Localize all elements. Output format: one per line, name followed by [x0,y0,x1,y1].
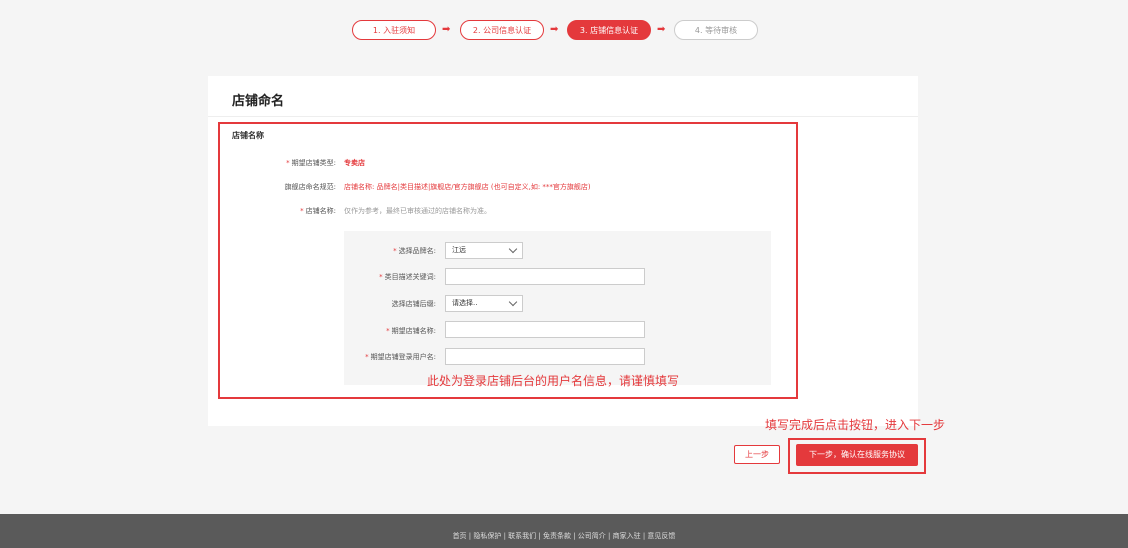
section-title: 店铺名称 [232,131,264,140]
suffix-select[interactable]: 请选择.. [445,295,523,312]
step-1: 1. 入驻须知 [352,20,436,40]
card-title: 店铺命名 [232,94,285,109]
store-type-value: 专卖店 [344,159,365,167]
expected-name-label: * 期望店铺名称: [386,327,436,335]
chevron-down-icon [508,244,518,254]
step-4: 4. 等待审核 [674,20,758,40]
store-type-label: * 期望店铺类型: [286,159,336,167]
chevron-down-icon [508,297,518,307]
naming-rule-value: 店铺名称: 品牌名|类目描述|旗舰店/官方旗舰店 (也可自定义,如: ***官方… [344,183,591,191]
step-2: 2. 公司信息认证 [460,20,544,40]
next-step-button[interactable]: 下一步，确认在线服务协议 [796,444,918,466]
brand-select[interactable]: 江远 [445,242,523,259]
divider [208,116,918,117]
keyword-label: * 类目描述关键词: [379,273,436,281]
arrow-right-icon: ➡ [550,24,559,35]
store-name-label: * 店铺名称: [300,207,336,215]
arrow-right-icon: ➡ [657,24,666,35]
login-username-input[interactable] [445,348,645,365]
brand-label: * 选择品牌名: [393,247,436,255]
naming-rule-label: 旗舰店命名规范: [284,183,336,191]
keyword-input[interactable] [445,268,645,285]
suffix-label: 选择店铺后缀: [391,300,436,308]
username-annotation: 此处为登录店铺后台的用户名信息，请谨慎填写 [427,374,680,388]
prev-step-button[interactable]: 上一步 [734,445,780,464]
expected-name-input[interactable] [445,321,645,338]
footer-links[interactable]: 首页 | 隐私保护 | 联系我们 | 免责条款 | 公司简介 | 商家入驻 | … [0,531,1128,541]
button-annotation: 填写完成后点击按钮，进入下一步 [765,418,946,432]
arrow-right-icon: ➡ [442,24,451,35]
store-name-hint: 仅作为参考，最终已审核通过的店铺名称为准。 [344,207,491,215]
step-progress: 1. 入驻须知 ➡ 2. 公司信息认证 ➡ 3. 店铺信息认证 ➡ 4. 等待审… [0,20,1128,42]
step-3-active: 3. 店铺信息认证 [567,20,651,40]
login-username-label: * 期望店铺登录用户名: [365,353,436,361]
